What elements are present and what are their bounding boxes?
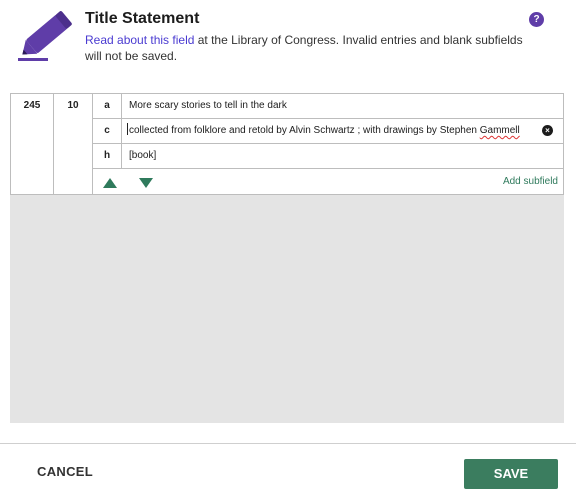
text-caret bbox=[127, 123, 128, 135]
save-button[interactable]: SAVE bbox=[464, 459, 558, 489]
loc-field-link[interactable]: Read about this field bbox=[85, 33, 194, 47]
cancel-button[interactable]: CANCEL bbox=[37, 464, 93, 479]
subfield-value-text: collected from folklore and retold by Al… bbox=[129, 125, 480, 136]
page-title: Title Statement bbox=[85, 10, 200, 27]
pencil-icon bbox=[18, 11, 72, 61]
subfield-code[interactable]: h bbox=[93, 144, 122, 168]
help-icon[interactable]: ? bbox=[529, 12, 544, 27]
subfield-value-input[interactable]: [book] bbox=[129, 144, 156, 168]
add-subfield-link[interactable]: Add subfield bbox=[503, 176, 558, 187]
field-editor: 245 10 a More scary stories to tell in t… bbox=[10, 93, 564, 423]
subfield-value-input[interactable]: collected from folklore and retold by Al… bbox=[127, 119, 520, 143]
field-indicators[interactable]: 10 bbox=[54, 94, 93, 195]
remove-subfield-icon[interactable]: × bbox=[542, 125, 553, 136]
subfield-code[interactable]: a bbox=[93, 94, 122, 118]
subfield-controls: Add subfield bbox=[93, 171, 564, 195]
move-down-icon[interactable] bbox=[139, 178, 153, 188]
footer-divider bbox=[0, 443, 576, 444]
field-description: Read about this field at the Library of … bbox=[85, 32, 525, 64]
subfield-row: c collected from folklore and retold by … bbox=[93, 119, 564, 144]
subfield-code[interactable]: c bbox=[93, 119, 122, 143]
field-tag: 245 bbox=[11, 94, 54, 195]
subfield-value-input[interactable]: More scary stories to tell in the dark bbox=[129, 94, 287, 118]
subfield-row: a More scary stories to tell in the dark bbox=[93, 94, 564, 119]
marc-field-row: 245 10 a More scary stories to tell in t… bbox=[10, 93, 564, 195]
move-up-icon[interactable] bbox=[103, 178, 117, 188]
misspelled-word: Gammell bbox=[479, 125, 520, 136]
dialog-header: Title Statement Read about this field at… bbox=[0, 0, 576, 88]
subfield-row: h [book] bbox=[93, 144, 564, 169]
